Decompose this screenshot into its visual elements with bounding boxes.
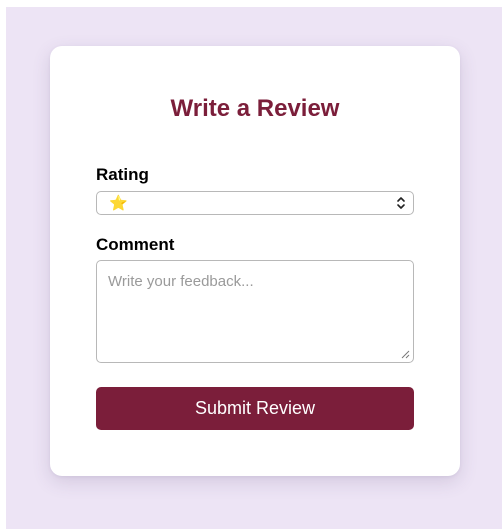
rating-select[interactable]: ⭐ [96,191,414,215]
comment-textarea[interactable]: Write your feedback... [96,260,414,363]
submit-review-button[interactable]: Submit Review [96,387,414,430]
rating-selected-value: ⭐ [109,194,128,212]
chevron-up-down-icon [397,197,405,209]
form-title: Write a Review [170,95,340,122]
comment-placeholder: Write your feedback... [108,273,254,290]
rating-label: Rating [96,165,149,184]
review-card: Write a Review Rating ⭐ Comment Write yo… [50,46,460,476]
page-background: Write a Review Rating ⭐ Comment Write yo… [6,7,502,529]
comment-label: Comment [96,235,175,254]
resize-handle-icon[interactable] [400,349,410,359]
